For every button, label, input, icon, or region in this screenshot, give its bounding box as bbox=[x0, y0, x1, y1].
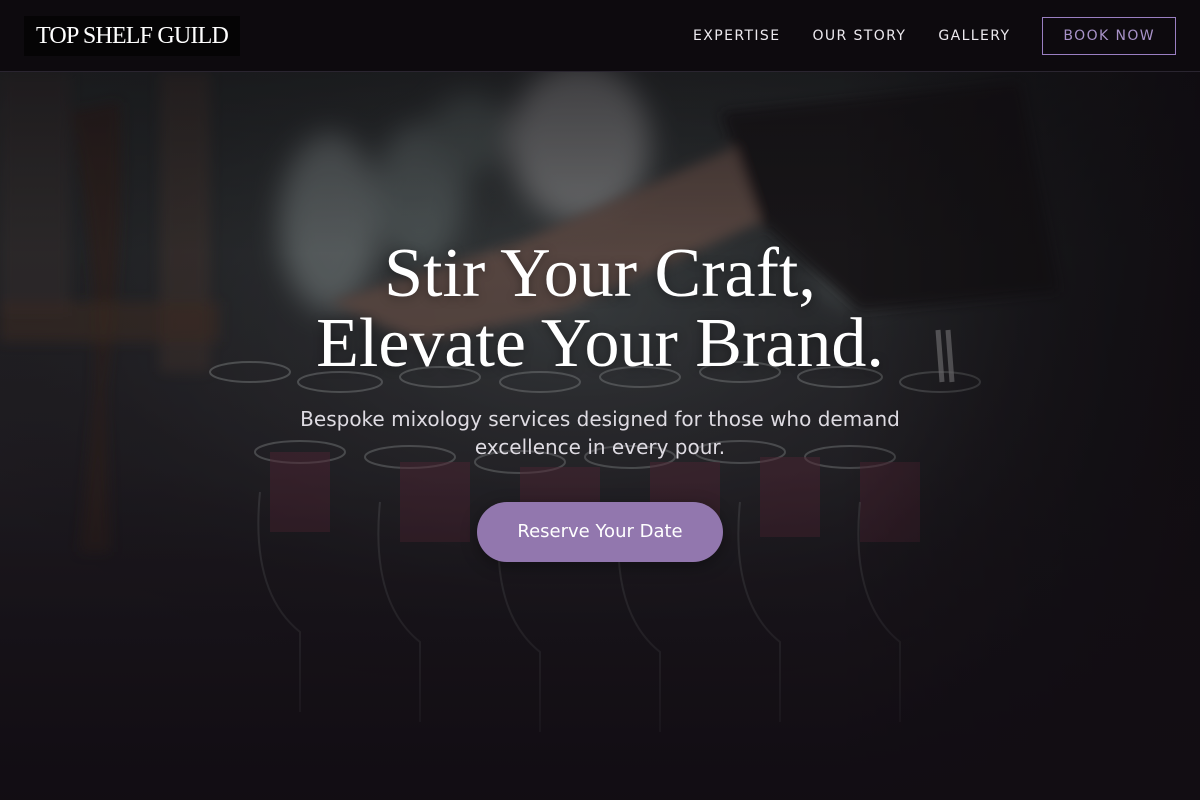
nav-link-expertise[interactable]: EXPERTISE bbox=[693, 28, 780, 44]
brand-logo[interactable]: TOP SHELF GUILD bbox=[24, 16, 241, 56]
main-nav: EXPERTISE OUR STORY GALLERY BOOK NOW bbox=[693, 17, 1176, 55]
nav-link-our-story[interactable]: OUR STORY bbox=[812, 28, 906, 44]
site-header: TOP SHELF GUILD EXPERTISE OUR STORY GALL… bbox=[0, 0, 1200, 72]
hero-subtext: Bespoke mixology services designed for t… bbox=[300, 407, 900, 459]
reserve-your-date-button[interactable]: Reserve Your Date bbox=[477, 502, 723, 562]
hero-headline-line-1: Stir Your Craft, bbox=[384, 235, 816, 312]
hero-headline-line-2: Elevate Your Brand. bbox=[316, 305, 884, 382]
hero-section: Stir Your Craft, Elevate Your Brand. Bes… bbox=[0, 72, 1200, 800]
book-now-button[interactable]: BOOK NOW bbox=[1042, 17, 1176, 55]
nav-link-gallery[interactable]: GALLERY bbox=[938, 28, 1010, 44]
